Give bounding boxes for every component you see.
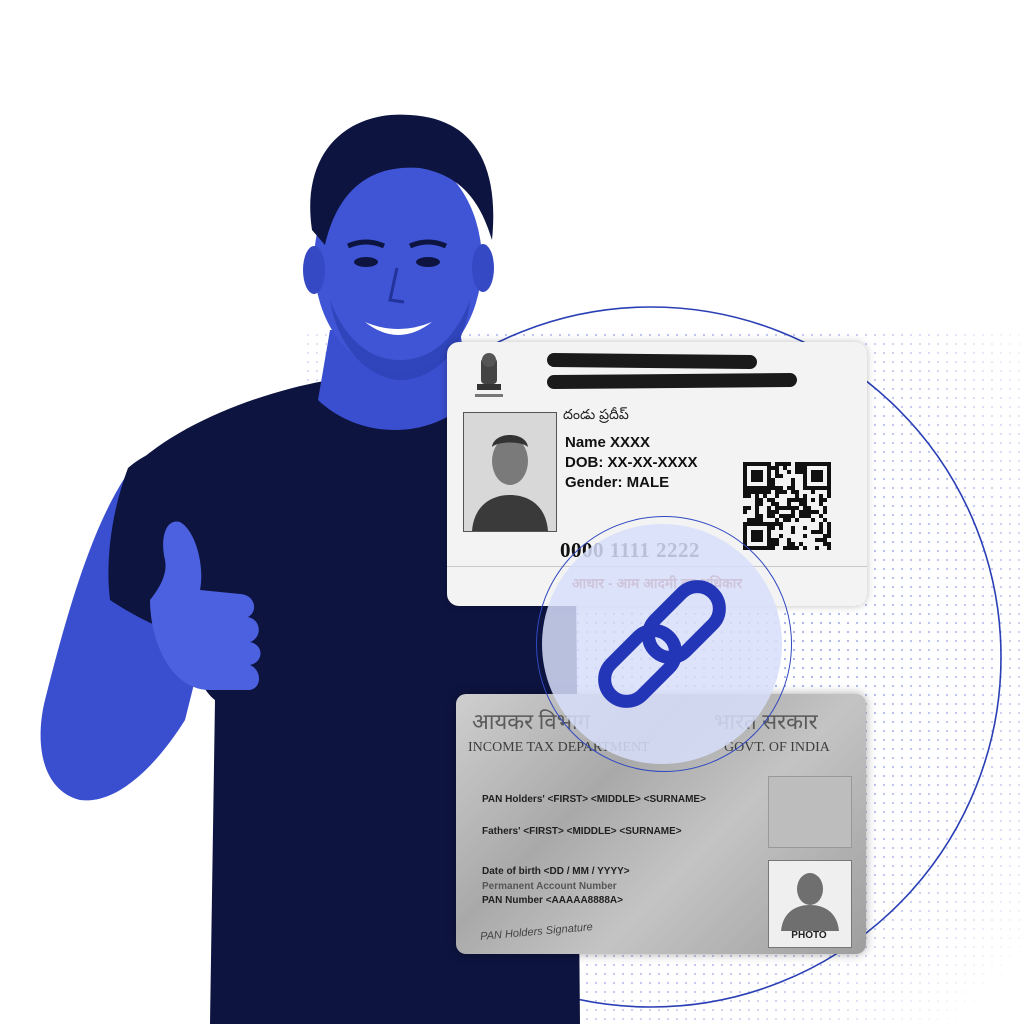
pan-number-field: PAN Number <AAAAA8888A> — [482, 895, 623, 906]
pan-holder-field: PAN Holders' <FIRST> <MIDDLE> <SURNAME> — [482, 794, 706, 805]
pan-signature-label: PAN Holders Signature — [479, 921, 594, 943]
name-line: Name XXXX — [565, 434, 651, 451]
pan-father-field: Fathers' <FIRST> <MIDDLE> <SURNAME> — [482, 826, 682, 837]
redacted-header-bar — [546, 372, 798, 390]
gender-line: Gender: MALE — [565, 474, 670, 491]
pan-dob-field: Date of birth <DD / MM / YYYY> — [482, 866, 630, 877]
illustration: దండు ప్రదీప్ Name XXXX DOB: XX-XX-XXXX G… — [0, 0, 1024, 1024]
link-badge — [542, 524, 782, 764]
redacted-header-bar — [546, 352, 758, 370]
national-emblem-icon — [475, 353, 503, 397]
dob-line: DOB: XX-XX-XXXX — [565, 454, 698, 471]
person-silhouette-icon — [781, 873, 839, 931]
regional-name: దండు ప్రదీప్ — [563, 406, 629, 422]
pan-account-label: Permanent Account Number — [482, 881, 617, 892]
pan-photo-label: PHOTO — [791, 930, 827, 941]
photo-placeholder — [463, 412, 557, 532]
chain-link-icon — [598, 580, 726, 708]
hologram-emblem — [768, 776, 852, 848]
person-silhouette-icon — [472, 435, 548, 531]
